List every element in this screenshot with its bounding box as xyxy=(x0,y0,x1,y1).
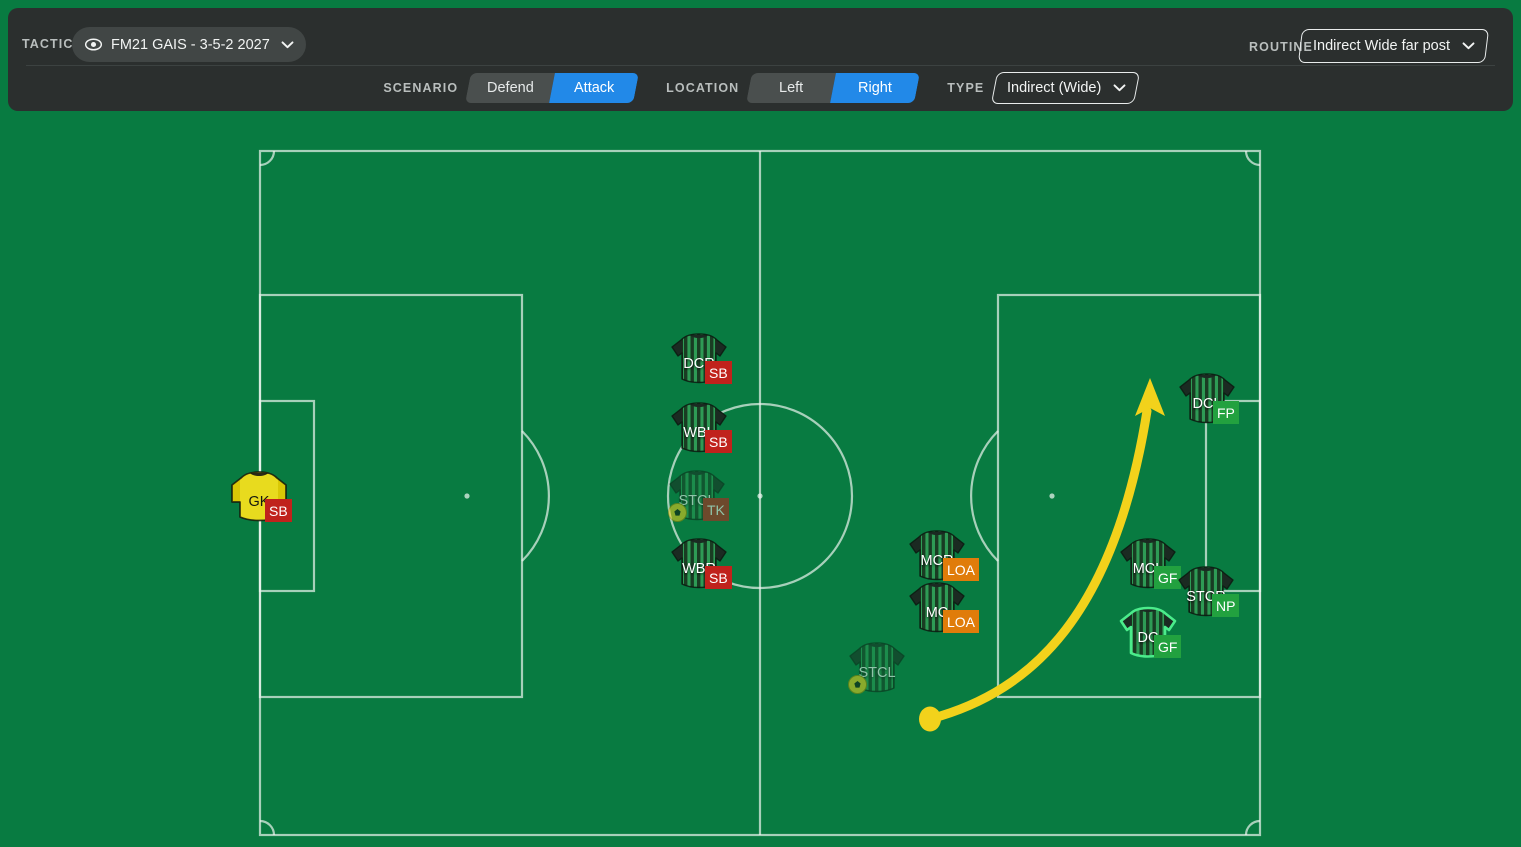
location-option-right[interactable]: Right xyxy=(830,73,921,103)
routine-dropdown[interactable]: Indirect Wide far post xyxy=(1297,29,1490,63)
scenario-label: SCENARIO xyxy=(383,81,459,95)
player-role-badge-gk: SB xyxy=(265,499,292,522)
player-marker-wbl[interactable]: WBL SB xyxy=(668,399,732,459)
player-marker-dcr[interactable]: DCR SB xyxy=(668,330,732,390)
player-marker-dc[interactable]: DC GF xyxy=(1117,604,1182,664)
scenario-option-attack-label: Attack xyxy=(573,80,615,96)
ball-icon xyxy=(668,503,687,522)
location-group: LOCATION Left Right xyxy=(666,73,947,103)
ball-icon xyxy=(848,675,867,694)
player-marker-dcl[interactable]: DCL FP xyxy=(1176,370,1239,430)
player-marker-wbr[interactable]: WBR SB xyxy=(668,535,732,595)
tactic-selector[interactable]: FM21 GAIS - 3-5-2 2027 xyxy=(72,27,306,62)
type-value: Indirect (Wide) xyxy=(1007,80,1102,96)
type-dropdown[interactable]: Indirect (Wide) xyxy=(991,72,1141,104)
player-marker-stcr[interactable]: STCR NP xyxy=(1175,563,1240,623)
player-marker-mcr[interactable]: MCR LOA xyxy=(906,527,980,587)
player-marker-stcl-fwd[interactable]: STCL xyxy=(846,639,908,699)
player-marker-mcl[interactable]: MCL GF xyxy=(1117,535,1182,595)
type-group: TYPE Indirect (Wide) xyxy=(947,72,1141,104)
scenario-segmented-control: Defend Attack xyxy=(465,73,640,103)
chevron-down-icon xyxy=(1462,42,1475,50)
player-role-badge-dcl: FP xyxy=(1213,401,1239,424)
player-role-badge-mc: LOA xyxy=(943,610,980,633)
player-marker-mc[interactable]: MC LOA xyxy=(906,579,980,639)
location-option-left[interactable]: Left xyxy=(746,73,837,103)
player-role-badge-wbl: SB xyxy=(705,430,732,453)
player-marker-gk[interactable]: GK SB xyxy=(228,468,292,528)
toolbar-bottom-row: SCENARIO Defend Attack LOCATION Left Rig… xyxy=(8,65,1513,111)
chevron-down-icon xyxy=(1114,84,1127,92)
scenario-group: SCENARIO Defend Attack xyxy=(383,73,666,103)
location-label: LOCATION xyxy=(666,81,740,95)
scenario-option-defend-label: Defend xyxy=(486,80,534,96)
routine-value: Indirect Wide far post xyxy=(1313,38,1450,54)
location-option-left-label: Left xyxy=(779,80,804,96)
player-role-badge-dc: GF xyxy=(1154,635,1182,658)
tactic-label: TACTIC xyxy=(22,37,74,51)
player-role-badge-stcr: NP xyxy=(1212,594,1240,617)
player-role-badge-stcl-deep: TK xyxy=(703,498,729,521)
player-role-badge-mcr: LOA xyxy=(943,558,980,581)
eye-icon xyxy=(85,38,102,51)
toolbar-top-row: TACTIC FM21 GAIS - 3-5-2 2027 ROUTINE In… xyxy=(8,8,1513,65)
toolbar-panel: TACTIC FM21 GAIS - 3-5-2 2027 ROUTINE In… xyxy=(8,8,1513,111)
scenario-option-attack[interactable]: Attack xyxy=(549,73,640,103)
location-option-right-label: Right xyxy=(858,80,893,96)
pitch-canvas[interactable]: GK SB DCR SB WBL SB STCL TK WBR SB MCR L… xyxy=(0,111,1521,847)
player-marker-stcl-deep[interactable]: STCL TK xyxy=(666,467,729,527)
player-role-badge-wbr: SB xyxy=(705,566,732,589)
player-role-badge-dcr: SB xyxy=(705,361,732,384)
type-label: TYPE xyxy=(947,81,985,95)
location-segmented-control: Left Right xyxy=(746,73,921,103)
scenario-option-defend[interactable]: Defend xyxy=(465,73,556,103)
chevron-down-icon xyxy=(281,40,294,48)
tactic-name: FM21 GAIS - 3-5-2 2027 xyxy=(111,36,270,53)
